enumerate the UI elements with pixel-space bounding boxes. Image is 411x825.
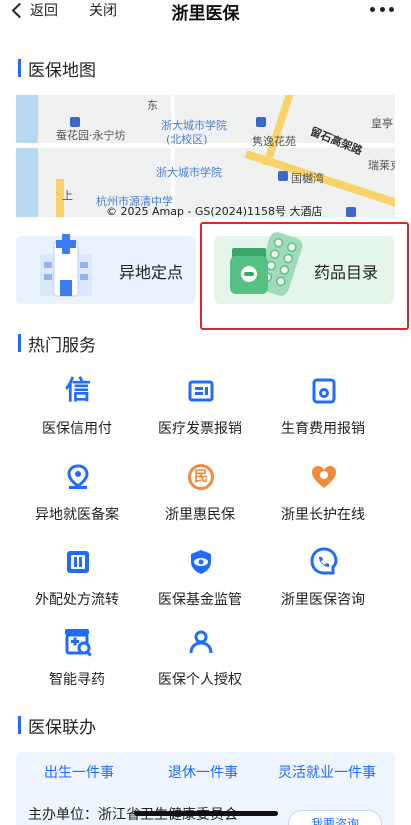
service-label: 医疗发票报销 — [158, 421, 242, 437]
service-long-term-care[interactable]: 浙里长护在线 — [263, 462, 383, 532]
map-poi-icon — [346, 207, 356, 217]
map-section-title: 医保地图 — [18, 57, 96, 81]
care-icon — [309, 462, 339, 492]
section-accent-bar — [18, 716, 21, 734]
service-consultation[interactable]: 浙里医保咨询 — [263, 547, 383, 617]
map-label: 上 — [62, 189, 73, 202]
service-label: 智能寻药 — [49, 672, 105, 688]
service-label: 浙里长护在线 — [281, 507, 365, 523]
remote-designated-label: 异地定点 — [119, 263, 184, 282]
consult-button[interactable]: 我要咨询 — [288, 810, 382, 825]
hot-services-title: 热门服务 — [18, 332, 96, 356]
liaison-section-title-text: 医保联办 — [28, 717, 96, 738]
credit-icon: 信 — [64, 376, 91, 406]
section-accent-bar — [18, 334, 21, 352]
medical-insurance-map[interactable]: 东 浙大城市学院 (北校区) 蚕花园·永宁坊 隽逸花苑 留石高架路 瑞莱克 皇亭… — [16, 95, 395, 217]
map-label: 皇亭 — [371, 117, 393, 130]
hospital-icon — [40, 234, 92, 297]
service-label: 浙里医保咨询 — [281, 592, 365, 608]
service-label: 医保信用付 — [42, 421, 112, 437]
map-copyright: © 2025 Amap - GS(2024)1158号 大酒店 — [106, 205, 323, 217]
map-section-title-text: 医保地图 — [28, 60, 96, 81]
user-icon — [186, 627, 216, 657]
map-water — [16, 95, 38, 217]
location-icon — [63, 462, 93, 492]
service-label: 异地就医备案 — [35, 507, 119, 523]
service-prescription-transfer[interactable]: 外配处方流转 — [17, 547, 137, 617]
service-invoice-reimburse[interactable]: 医疗发票报销 — [140, 376, 260, 446]
invoice-icon — [186, 376, 216, 406]
service-fund-supervision[interactable]: 医保基金监管 — [140, 547, 260, 617]
section-accent-bar — [18, 59, 21, 77]
service-credit-pay[interactable]: 信 医保信用付 — [17, 376, 137, 446]
pharmacy-icon — [63, 627, 93, 657]
map-label: 蚕花园·永宁坊 — [56, 129, 126, 142]
eye-shield-icon — [186, 547, 216, 577]
map-label: 瑞莱克 — [368, 159, 395, 172]
service-label: 外配处方流转 — [35, 592, 119, 608]
map-label: 隽逸花苑 — [252, 135, 296, 148]
map-label: (北校区) — [166, 133, 208, 146]
page-title: 浙里医保 — [171, 4, 240, 24]
home-indicator[interactable] — [134, 811, 278, 816]
huiminbao-icon: 民 — [186, 462, 216, 492]
map-poi-icon — [278, 171, 288, 181]
service-personal-authorization[interactable]: 医保个人授权 — [140, 627, 260, 697]
service-smart-drug-search[interactable]: 智能寻药 — [17, 627, 137, 697]
service-birth-reimburse[interactable]: 生育费用报销 — [263, 376, 383, 446]
tab-retirement[interactable]: 退休一件事 — [168, 762, 238, 782]
drug-catalog-highlight — [200, 222, 409, 330]
service-huiminbao[interactable]: 民 浙里惠民保 — [140, 462, 260, 532]
service-label: 医保基金监管 — [158, 592, 242, 608]
map-label: 留石高架路 — [308, 124, 365, 158]
map-label: 国樾湾 — [291, 172, 324, 185]
tab-flexible-employment[interactable]: 灵活就业一件事 — [278, 762, 376, 782]
map-poi-icon — [256, 117, 266, 127]
hot-services-title-text: 热门服务 — [28, 335, 96, 356]
service-label: 医保个人授权 — [158, 672, 242, 688]
more-options-icon[interactable] — [370, 7, 394, 13]
map-highway — [262, 95, 294, 165]
map-label: 浙大城市学院 — [156, 166, 222, 179]
birth-icon — [309, 376, 339, 406]
service-remote-filing[interactable]: 异地就医备案 — [17, 462, 137, 532]
map-poi-icon — [70, 117, 80, 127]
top-bar: 返回 关闭 浙里医保 — [0, 0, 411, 26]
map-label: 东 — [147, 99, 158, 112]
liaison-section-title: 医保联办 — [18, 714, 96, 738]
service-label: 生育费用报销 — [281, 421, 365, 437]
remote-designated-card[interactable]: 异地定点 — [16, 234, 196, 304]
phone-icon — [309, 547, 339, 577]
tab-birth[interactable]: 出生一件事 — [44, 762, 114, 782]
prescription-icon — [63, 547, 93, 577]
service-label: 浙里惠民保 — [165, 507, 235, 523]
